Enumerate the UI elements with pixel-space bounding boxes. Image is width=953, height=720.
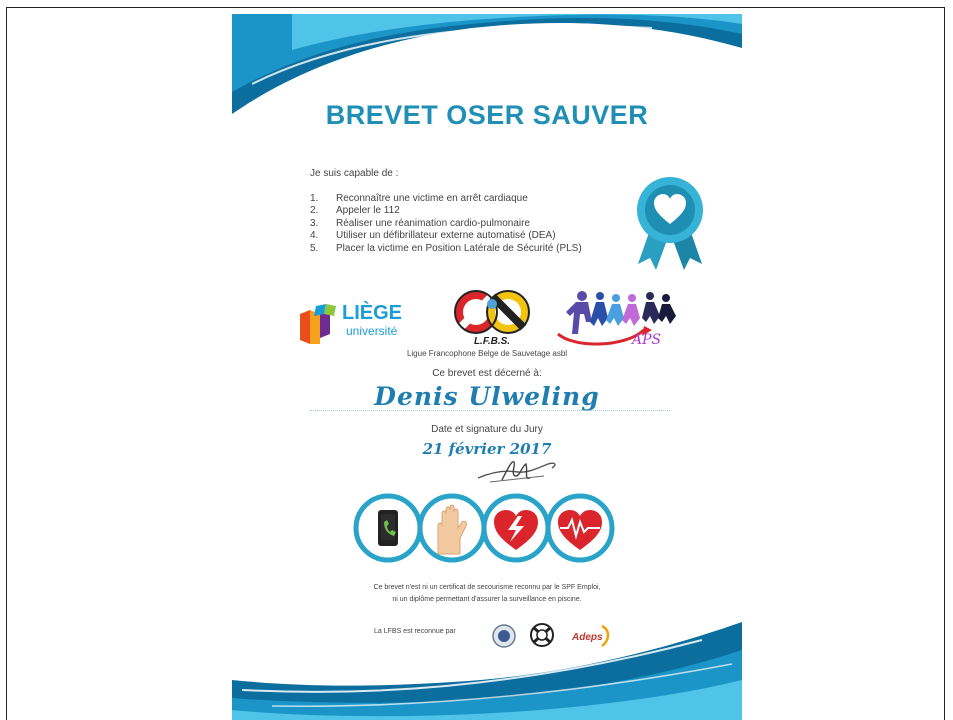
lfbs-logo: L.F.B.S. — [450, 286, 534, 352]
liege-university-logo: LIÈGE université — [296, 298, 416, 348]
list-item: 5. Placer la victime en Position Latérale… — [310, 242, 582, 254]
list-item: 1. Reconnaître une victime en arrêt cardi… — [310, 193, 528, 204]
phone-icon — [353, 493, 423, 563]
list-item: 4. Utiliser un défibrillateur externe aut… — [310, 230, 556, 242]
disclaimer: Ce brevet n'est ni un certificat de seco… — [373, 584, 601, 603]
hands-icon — [417, 493, 487, 563]
heart-defibrillator-icon — [481, 493, 551, 563]
safety-steps-icons — [353, 493, 615, 563]
recipient-name: Denis Ulweling — [374, 382, 600, 411]
svg-text:APS: APS — [630, 332, 661, 348]
league-name: Ligue Francophone Belge de Sauvetage asb… — [406, 349, 568, 358]
heart-ribbon-icon — [637, 177, 703, 270]
dotted-line — [310, 410, 670, 411]
aps-logo: APS — [557, 291, 676, 348]
list-item: 2. Appeler le 112 — [310, 205, 400, 217]
jury-signature — [477, 461, 556, 483]
certificate-title: BREVET OSER SAUVER — [325, 100, 649, 130]
certificate: BREVET OSER SAUVER Je suis capable de : … — [232, 14, 742, 720]
skills-list: 1. Reconnaître une victime en arrêt cardi… — [310, 193, 582, 255]
bottom-wave-decoration — [232, 622, 742, 720]
logos-row: LIÈGE université L.F.B.S. APS — [232, 284, 742, 350]
awarded-to-label: Ce brevet est décerné à: — [432, 368, 542, 379]
heart-pulse-icon — [545, 493, 615, 563]
intro-text: Je suis capable de : — [310, 168, 399, 179]
jury-label: Date et signature du Jury — [431, 424, 543, 435]
list-item: 3. Réaliser une réanimation cardio-pulmon… — [310, 217, 530, 229]
